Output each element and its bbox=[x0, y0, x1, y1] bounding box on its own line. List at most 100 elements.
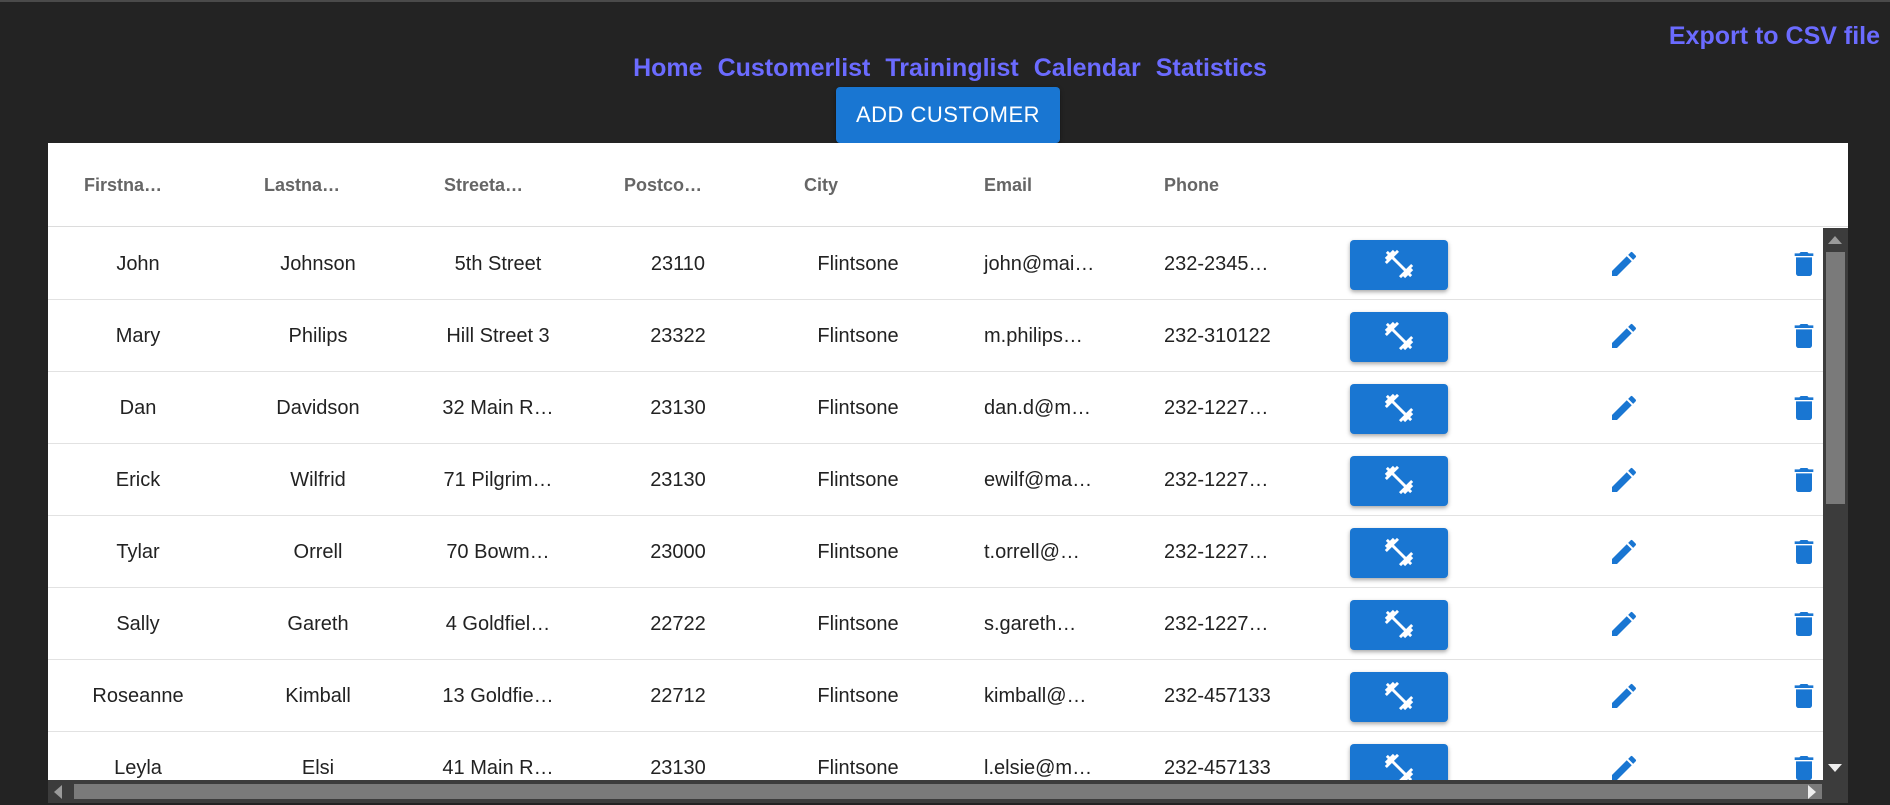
fitness-icon bbox=[1382, 463, 1416, 500]
nav-home[interactable]: Home bbox=[633, 54, 702, 83]
cell-lastname: Wilfrid bbox=[290, 469, 346, 491]
nav-customerlist[interactable]: Customerlist bbox=[718, 54, 871, 83]
fitness-icon bbox=[1382, 319, 1416, 356]
column-header-streetaddress[interactable]: Streeta… bbox=[444, 175, 523, 196]
add-customer-button[interactable]: ADD CUSTOMER bbox=[836, 87, 1060, 143]
pencil-icon bbox=[1608, 320, 1640, 357]
add-training-button[interactable] bbox=[1350, 456, 1448, 506]
table-row[interactable]: Dan Davidson 32 Main R… 23130 Flintsone dan.d… bbox=[48, 372, 1823, 444]
delete-customer-button[interactable] bbox=[1786, 536, 1822, 572]
scroll-left-arrow-icon[interactable] bbox=[54, 785, 62, 799]
cell-lastname: Orrell bbox=[293, 541, 343, 563]
cell-postcode: 23000 bbox=[650, 541, 706, 563]
column-header-city[interactable]: City bbox=[804, 175, 838, 196]
cell-street: 71 Pilgrim… bbox=[443, 469, 553, 491]
edit-customer-button[interactable] bbox=[1606, 752, 1642, 780]
cell-city: Flintsone bbox=[817, 469, 899, 491]
nav-calendar[interactable]: Calendar bbox=[1034, 54, 1141, 83]
grid-body: John Johnson 5th Street 23110 Flintsone john@… bbox=[48, 228, 1823, 780]
customer-grid: Firstna… Lastna… Streeta… Postco… City E… bbox=[48, 143, 1848, 803]
column-header-firstname[interactable]: Firstna… bbox=[84, 175, 162, 196]
delete-customer-button[interactable] bbox=[1786, 392, 1822, 428]
column-header-email[interactable]: Email bbox=[984, 175, 1032, 196]
table-row[interactable]: Mary Philips Hill Street 3 23322 Flintsone m.… bbox=[48, 300, 1823, 372]
cell-lastname: Johnson bbox=[280, 253, 356, 275]
trash-icon bbox=[1788, 536, 1820, 573]
edit-customer-button[interactable] bbox=[1606, 248, 1642, 284]
edit-customer-button[interactable] bbox=[1606, 392, 1642, 428]
trash-icon bbox=[1788, 320, 1820, 357]
cell-lastname: Gareth bbox=[287, 613, 349, 635]
edit-customer-button[interactable] bbox=[1606, 464, 1642, 500]
edit-customer-button[interactable] bbox=[1606, 320, 1642, 356]
cell-firstname: John bbox=[116, 253, 160, 275]
delete-customer-button[interactable] bbox=[1786, 680, 1822, 716]
add-training-button[interactable] bbox=[1350, 600, 1448, 650]
edit-customer-button[interactable] bbox=[1606, 608, 1642, 644]
cell-street: 41 Main R… bbox=[442, 757, 554, 779]
fitness-icon bbox=[1382, 391, 1416, 428]
scroll-down-arrow-icon[interactable] bbox=[1828, 764, 1842, 772]
delete-customer-button[interactable] bbox=[1786, 320, 1822, 356]
nav-traininglist[interactable]: Traininglist bbox=[885, 54, 1018, 83]
cell-postcode: 22722 bbox=[650, 613, 706, 635]
cell-firstname: Sally bbox=[116, 613, 160, 635]
export-csv-link[interactable]: Export to CSV file bbox=[1669, 22, 1880, 51]
delete-customer-button[interactable] bbox=[1786, 752, 1822, 780]
add-training-button[interactable] bbox=[1350, 744, 1448, 780]
delete-customer-button[interactable] bbox=[1786, 464, 1822, 500]
table-row[interactable]: John Johnson 5th Street 23110 Flintsone john@… bbox=[48, 228, 1823, 300]
add-training-button[interactable] bbox=[1350, 240, 1448, 290]
cell-email: t.orrell@… bbox=[984, 541, 1080, 563]
cell-phone: 232-1227… bbox=[1164, 613, 1269, 635]
pencil-icon bbox=[1608, 464, 1640, 501]
add-training-button[interactable] bbox=[1350, 312, 1448, 362]
horizontal-scrollbar[interactable] bbox=[48, 780, 1848, 803]
cell-street: 5th Street bbox=[454, 253, 542, 275]
main-nav: Home Customerlist Traininglist Calendar … bbox=[0, 54, 1890, 83]
fitness-icon bbox=[1382, 751, 1416, 780]
cell-city: Flintsone bbox=[817, 613, 899, 635]
pencil-icon bbox=[1608, 392, 1640, 429]
fitness-icon bbox=[1382, 679, 1416, 716]
pencil-icon bbox=[1608, 680, 1640, 717]
cell-city: Flintsone bbox=[817, 685, 899, 707]
fitness-icon bbox=[1382, 535, 1416, 572]
pencil-icon bbox=[1608, 752, 1640, 781]
column-header-postcode[interactable]: Postco… bbox=[624, 175, 702, 196]
edit-customer-button[interactable] bbox=[1606, 536, 1642, 572]
cell-street: 32 Main R… bbox=[442, 397, 554, 419]
cell-email: l.elsie@m… bbox=[984, 757, 1093, 779]
vertical-scroll-thumb[interactable] bbox=[1826, 252, 1845, 504]
cell-email: dan.d@m… bbox=[984, 397, 1092, 419]
trash-icon bbox=[1788, 464, 1820, 501]
cell-lastname: Elsi bbox=[301, 757, 335, 779]
trash-icon bbox=[1788, 248, 1820, 285]
table-row[interactable]: Erick Wilfrid 71 Pilgrim… 23130 Flintsone ewi… bbox=[48, 444, 1823, 516]
nav-statistics[interactable]: Statistics bbox=[1156, 54, 1267, 83]
cell-phone: 232-1227… bbox=[1164, 541, 1269, 563]
scroll-right-arrow-icon[interactable] bbox=[1808, 785, 1816, 799]
trash-icon bbox=[1788, 680, 1820, 717]
cell-firstname: Roseanne bbox=[92, 685, 184, 707]
column-header-lastname[interactable]: Lastna… bbox=[264, 175, 340, 196]
table-row[interactable]: Leyla Elsi 41 Main R… 23130 Flintsone l.elsie… bbox=[48, 732, 1823, 780]
edit-customer-button[interactable] bbox=[1606, 680, 1642, 716]
cell-postcode: 23110 bbox=[650, 253, 706, 275]
scroll-up-arrow-icon[interactable] bbox=[1828, 236, 1842, 244]
cell-street: 70 Bowm… bbox=[446, 541, 550, 563]
vertical-scrollbar[interactable] bbox=[1823, 228, 1848, 780]
cell-email: kimball@… bbox=[984, 685, 1087, 707]
add-training-button[interactable] bbox=[1350, 384, 1448, 434]
column-header-phone[interactable]: Phone bbox=[1164, 175, 1219, 196]
delete-customer-button[interactable] bbox=[1786, 248, 1822, 284]
delete-customer-button[interactable] bbox=[1786, 608, 1822, 644]
horizontal-scroll-thumb[interactable] bbox=[74, 784, 1822, 799]
cell-lastname: Philips bbox=[288, 325, 348, 347]
table-row[interactable]: Sally Gareth 4 Goldfiel… 22722 Flintsone s.ga… bbox=[48, 588, 1823, 660]
add-training-button[interactable] bbox=[1350, 672, 1448, 722]
table-row[interactable]: Tylar Orrell 70 Bowm… 23000 Flintsone t.orrel… bbox=[48, 516, 1823, 588]
cell-street: 13 Goldfie… bbox=[442, 685, 554, 707]
table-row[interactable]: Roseanne Kimball 13 Goldfie… 22712 Flintsone… bbox=[48, 660, 1823, 732]
add-training-button[interactable] bbox=[1350, 528, 1448, 578]
